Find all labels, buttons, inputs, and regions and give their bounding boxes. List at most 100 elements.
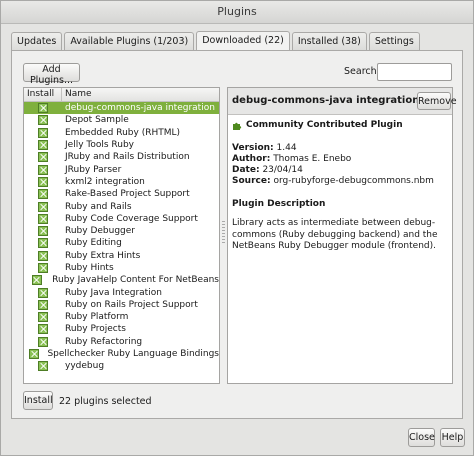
name-column-header[interactable]: Name (62, 88, 92, 101)
checkbox-checked-icon[interactable] (38, 250, 48, 261)
list-item[interactable]: JRuby Parser (24, 163, 219, 175)
checkbox-checked-icon[interactable] (38, 312, 48, 323)
list-item[interactable]: Spellchecker Ruby Language Bindings (24, 348, 219, 360)
install-button[interactable]: Install (23, 391, 53, 410)
checkbox-checked-icon[interactable] (38, 103, 48, 114)
checkbox-checked-icon[interactable] (38, 238, 48, 249)
install-checkbox-cell (24, 287, 62, 298)
install-column-header[interactable]: Install (24, 88, 62, 101)
checkbox-checked-icon[interactable] (38, 127, 48, 138)
install-checkbox-cell (24, 226, 62, 237)
install-checkbox-cell (24, 250, 62, 261)
tab-available-plugins[interactable]: Available Plugins (1/203) (64, 32, 195, 50)
install-checkbox-cell (24, 189, 62, 200)
plugin-name: Ruby Refactoring (65, 336, 143, 347)
community-label: Community Contributed Plugin (246, 120, 403, 130)
list-item[interactable]: Ruby Code Coverage Support (24, 213, 219, 225)
list-item[interactable]: Ruby Debugger (24, 225, 219, 237)
list-item[interactable]: Depot Sample (24, 114, 219, 126)
checkbox-checked-icon[interactable] (38, 287, 48, 298)
list-item[interactable]: Ruby Projects (24, 323, 219, 335)
tab-settings[interactable]: Settings (368, 32, 420, 50)
plugin-name: Ruby Editing (65, 238, 122, 249)
install-checkbox-cell (24, 103, 62, 114)
detail-header: debug-commons-java integration Remove (228, 88, 457, 115)
plugin-name: Ruby Hints (65, 263, 114, 273)
plugin-name: Depot Sample (65, 115, 129, 126)
checkbox-checked-icon[interactable] (38, 299, 48, 310)
checkbox-checked-icon[interactable] (38, 115, 48, 126)
plugin-name: Ruby Debugger (65, 226, 136, 237)
search-input[interactable] (377, 63, 452, 81)
list-item[interactable]: Ruby Refactoring (24, 336, 219, 348)
checkbox-checked-icon[interactable] (31, 275, 42, 286)
detail-body: Community Contributed Plugin Version: 1.… (228, 115, 452, 258)
plugins-window: Plugins Updates Available Plugins (1/203… (0, 0, 474, 456)
window-title: Plugins (1, 1, 473, 24)
list-item[interactable]: Ruby on Rails Project Support (24, 299, 219, 311)
list-item[interactable]: Embedded Ruby (RHTML) (24, 127, 219, 139)
checkbox-checked-icon[interactable] (38, 176, 48, 187)
splitter-handle[interactable] (222, 221, 225, 245)
install-checkbox-cell (24, 140, 62, 151)
list-item[interactable]: Rake-Based Project Support (24, 188, 219, 200)
community-badge: Community Contributed Plugin (232, 120, 448, 131)
tab-installed[interactable]: Installed (38) (291, 32, 367, 50)
tab-bar: Updates Available Plugins (1/203) Downlo… (11, 31, 422, 51)
plugin-name: Rake-Based Project Support (65, 189, 190, 200)
description-title: Plugin Description (232, 199, 326, 209)
list-header: Install Name (24, 88, 219, 102)
checkbox-checked-icon[interactable] (29, 349, 40, 360)
remove-button[interactable]: Remove (417, 92, 457, 110)
list-item[interactable]: debug-commons-java integration (24, 102, 219, 115)
date-value: 23/04/14 (262, 165, 303, 175)
install-checkbox-cell (24, 324, 62, 335)
list-item[interactable]: Ruby Editing (24, 237, 219, 249)
plugin-name: Ruby and Rails (65, 201, 132, 212)
help-button[interactable]: Help (440, 428, 465, 447)
list-item[interactable]: Jelly Tools Ruby (24, 139, 219, 151)
checkbox-checked-icon[interactable] (38, 201, 48, 212)
checkbox-checked-icon[interactable] (38, 152, 48, 163)
checkbox-checked-icon[interactable] (38, 189, 48, 200)
list-item[interactable]: Ruby Extra Hints (24, 250, 219, 262)
plugin-name: JRuby and Rails Distribution (65, 152, 190, 163)
list-item[interactable]: Ruby Platform (24, 311, 219, 323)
checkbox-checked-icon[interactable] (38, 263, 48, 273)
checkbox-checked-icon[interactable] (38, 324, 48, 335)
list-item[interactable]: Ruby Hints (24, 262, 219, 274)
list-item[interactable]: Ruby Java Integration (24, 286, 219, 298)
install-checkbox-cell (24, 176, 62, 187)
source-value: org-rubyforge-debugcommons.nbm (273, 176, 434, 186)
plugin-list[interactable]: Install Name debug-commons-java integrat… (23, 87, 220, 384)
plugin-description: Library acts as intermediate between deb… (232, 218, 438, 251)
plugin-name: Ruby JavaHelp Content For NetBeans (52, 275, 219, 286)
tab-downloaded[interactable]: Downloaded (22) (196, 31, 290, 51)
checkbox-checked-icon[interactable] (38, 361, 48, 372)
list-item[interactable]: yydebug (24, 360, 219, 372)
install-checkbox-cell (24, 361, 62, 372)
plugin-name: Jelly Tools Ruby (65, 140, 135, 151)
plugin-detail-pane: debug-commons-java integration Remove Co… (227, 87, 457, 384)
plugin-name: Ruby Code Coverage Support (65, 213, 198, 224)
tab-updates[interactable]: Updates (11, 32, 63, 50)
checkbox-checked-icon[interactable] (38, 213, 48, 224)
author-value: Thomas E. Enebo (273, 154, 352, 164)
add-plugins-button[interactable]: Add Plugins... (23, 63, 80, 86)
close-button[interactable]: Close (408, 428, 435, 447)
plugin-name: Spellchecker Ruby Language Bindings (47, 349, 219, 360)
search-label: Search: (344, 66, 380, 77)
list-item[interactable]: Ruby JavaHelp Content For NetBeans (24, 274, 219, 286)
checkbox-checked-icon[interactable] (38, 164, 48, 175)
plugin-name: JRuby Parser (65, 164, 122, 175)
list-item[interactable]: JRuby and Rails Distribution (24, 151, 219, 163)
install-checkbox-cell (24, 213, 62, 224)
install-checkbox-cell (24, 263, 62, 273)
checkbox-checked-icon[interactable] (38, 140, 48, 151)
install-checkbox-cell (24, 299, 62, 310)
list-item[interactable]: Ruby and Rails (24, 200, 219, 212)
checkbox-checked-icon[interactable] (38, 336, 48, 347)
list-item[interactable]: kxml2 integration (24, 176, 219, 188)
version-label: Version: (232, 143, 274, 153)
checkbox-checked-icon[interactable] (38, 226, 48, 237)
